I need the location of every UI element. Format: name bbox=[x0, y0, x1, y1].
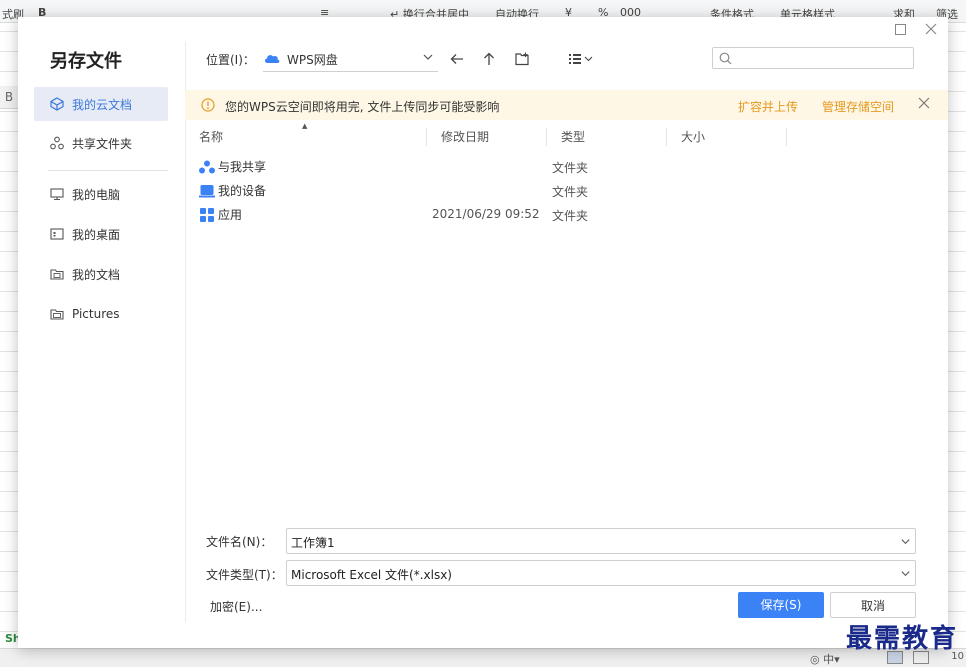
location-value: WPS网盘 bbox=[287, 52, 338, 67]
sidebar-item-desktop[interactable]: 我的桌面 bbox=[34, 217, 168, 251]
column-label: 大小 bbox=[681, 130, 706, 144]
sidebar-item-label: 共享文件夹 bbox=[72, 136, 133, 151]
main-pane: 位置(I)： WPS网盘 您的WPS云空间即将用完, 文件上传同步可能受影响 扩… bbox=[185, 17, 948, 648]
filename-value: 工作簿1 bbox=[291, 536, 335, 550]
column-header-name[interactable]: 名称 bbox=[185, 124, 427, 150]
view-mode-icon[interactable]: 中▾ bbox=[823, 653, 840, 666]
arrow-up-icon bbox=[482, 52, 496, 69]
sidebar-item-label: 我的文档 bbox=[72, 267, 121, 282]
search-box[interactable] bbox=[712, 47, 914, 69]
sidebar-item-shared-folder[interactable]: 共享文件夹 bbox=[34, 126, 168, 160]
sidebar-item-label: Pictures bbox=[72, 307, 120, 321]
sidebar-item-label: 我的桌面 bbox=[72, 227, 121, 242]
save-button[interactable]: 保存(S) bbox=[738, 592, 824, 618]
encrypt-link[interactable]: 加密(E)... bbox=[210, 598, 262, 615]
file-type: 文件夹 bbox=[552, 209, 589, 223]
sidebar-item-pictures[interactable]: Pictures bbox=[34, 297, 168, 331]
filename-field[interactable]: 工作簿1 bbox=[286, 528, 916, 554]
filetype-label: 文件类型(T)： bbox=[206, 568, 283, 582]
watermark: 最需教育 bbox=[845, 624, 958, 654]
warning-text: 您的WPS云空间即将用完, 文件上传同步可能受影响 bbox=[225, 100, 500, 114]
cloud-icon bbox=[263, 52, 281, 67]
filetype-select[interactable]: Microsoft Excel 文件(*.xlsx) bbox=[286, 560, 916, 586]
status-icons: ◎ 中▾ bbox=[810, 651, 840, 667]
sidebar-item-label: 我的云文档 bbox=[72, 97, 133, 112]
manage-storage-link[interactable]: 管理存储空间 bbox=[822, 98, 894, 115]
cloud-doc-icon bbox=[50, 97, 64, 111]
file-name: 与我共享 bbox=[218, 160, 267, 174]
location-dropdown[interactable]: WPS网盘 bbox=[263, 47, 438, 72]
column-label: 类型 bbox=[561, 130, 586, 144]
file-list-header: ▲ 名称 修改日期 类型 大小 bbox=[185, 122, 948, 150]
expand-upload-link[interactable]: 扩容并上传 bbox=[738, 98, 798, 115]
chevron-down-icon bbox=[422, 51, 434, 66]
storage-warning-bar: 您的WPS云空间即将用完, 文件上传同步可能受影响 扩容并上传 管理存储空间 bbox=[185, 90, 948, 120]
sidebar-item-cloud-docs[interactable]: 我的云文档 bbox=[34, 87, 168, 121]
eye-icon[interactable]: ◎ bbox=[810, 653, 820, 666]
sidebar-item-label: 我的电脑 bbox=[72, 187, 121, 202]
column-label: 名称 bbox=[199, 130, 224, 144]
sidebar-item-documents[interactable]: 我的文档 bbox=[34, 257, 168, 291]
share-icon bbox=[50, 136, 64, 150]
warning-icon bbox=[201, 98, 215, 115]
dialog-title: 另存文件 bbox=[50, 51, 122, 72]
file-type: 文件夹 bbox=[552, 185, 589, 199]
view-mode-button[interactable] bbox=[566, 50, 596, 70]
file-row[interactable]: 我的设备 文件夹 bbox=[185, 178, 948, 202]
file-name: 应用 bbox=[218, 208, 243, 222]
file-name: 我的设备 bbox=[218, 184, 267, 198]
chevron-down-icon[interactable] bbox=[900, 568, 911, 582]
documents-icon bbox=[50, 267, 64, 281]
file-row[interactable]: 与我共享 文件夹 bbox=[185, 154, 948, 178]
column-header-size[interactable]: 大小 bbox=[667, 124, 787, 150]
search-input[interactable] bbox=[739, 50, 913, 68]
filetype-value: Microsoft Excel 文件(*.xlsx) bbox=[291, 568, 452, 582]
column-label: 修改日期 bbox=[441, 130, 490, 144]
apps-icon bbox=[199, 207, 215, 223]
location-label: 位置(I)： bbox=[206, 53, 255, 67]
filename-label: 文件名(N)： bbox=[206, 535, 273, 549]
sidebar-item-my-computer[interactable]: 我的电脑 bbox=[34, 177, 168, 211]
arrow-left-icon bbox=[450, 52, 464, 69]
new-folder-button[interactable] bbox=[512, 50, 532, 70]
sidebar: 另存文件 我的云文档 共享文件夹 我的电脑 我的桌面 我的文档 Pictures bbox=[18, 17, 185, 648]
chevron-down-icon[interactable] bbox=[900, 536, 911, 550]
up-button[interactable] bbox=[479, 50, 499, 70]
list-view-icon bbox=[568, 53, 594, 68]
sidebar-divider bbox=[48, 170, 168, 171]
column-header-date[interactable]: 修改日期 bbox=[427, 124, 547, 150]
search-icon bbox=[719, 52, 732, 68]
folder-icon bbox=[50, 307, 64, 321]
new-folder-icon bbox=[514, 52, 530, 69]
close-warning-icon[interactable] bbox=[918, 97, 930, 112]
column-header-type[interactable]: 类型 bbox=[547, 124, 667, 150]
computer-icon bbox=[50, 187, 64, 201]
desktop-icon bbox=[50, 227, 64, 241]
back-button[interactable] bbox=[447, 50, 467, 70]
save-as-dialog: 另存文件 我的云文档 共享文件夹 我的电脑 我的桌面 我的文档 Pictures… bbox=[18, 17, 948, 648]
file-date: 2021/06/29 09:52 bbox=[432, 207, 540, 221]
device-icon bbox=[199, 183, 215, 199]
file-row[interactable]: 应用 2021/06/29 09:52 文件夹 bbox=[185, 202, 948, 226]
cancel-button[interactable]: 取消 bbox=[830, 592, 916, 618]
file-type: 文件夹 bbox=[552, 161, 589, 175]
column-header[interactable]: B bbox=[0, 86, 19, 109]
shared-with-me-icon bbox=[199, 159, 215, 175]
